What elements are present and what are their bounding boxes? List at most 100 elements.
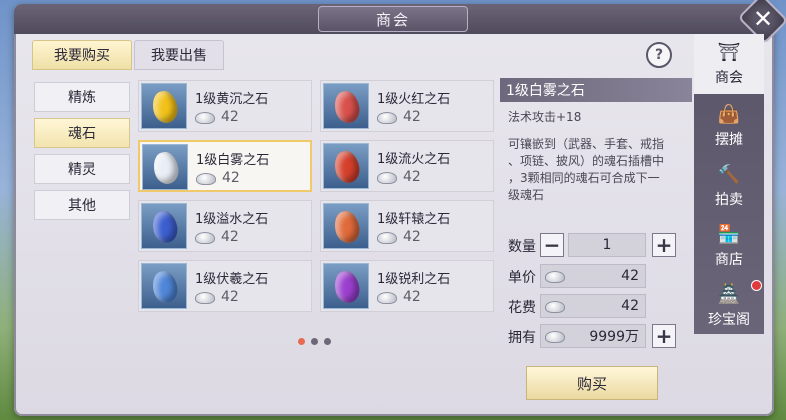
quantity-plus-button[interactable]: + — [652, 233, 676, 257]
page-dot[interactable] — [311, 338, 318, 345]
treasure-pavilion-icon: 🏯 — [717, 284, 741, 305]
unit-price-text: 42 — [621, 268, 639, 284]
side-nav-label: 珍宝阁 — [708, 311, 750, 328]
item-price: 42 — [221, 229, 239, 245]
unit-price-label: 单价 — [508, 270, 536, 286]
item-icon-frame — [141, 83, 187, 129]
tab-sell[interactable]: 我要出售 — [134, 40, 224, 70]
silver-ingot-icon — [545, 301, 565, 313]
category-hunshi[interactable]: 魂石 — [34, 118, 130, 148]
item-card[interactable]: 1级流火之石 42 — [320, 140, 494, 192]
gem-icon — [331, 148, 363, 186]
page-dot[interactable] — [324, 338, 331, 345]
add-currency-button[interactable]: + — [652, 324, 676, 348]
help-button[interactable]: ? — [646, 42, 672, 68]
item-name: 1级黄沉之石 — [195, 92, 269, 107]
item-name: 1级白雾之石 — [196, 153, 270, 168]
side-nav-item-shanghui[interactable]: ⛩ 商会 — [694, 34, 764, 94]
silver-ingot-icon — [545, 331, 565, 343]
item-price: 42 — [403, 109, 421, 125]
item-icon-frame — [323, 143, 369, 189]
category-qita[interactable]: 其他 — [34, 190, 130, 220]
detail-panel: 1级白雾之石 法术攻击+18 可镶嵌到（武器、手套、戒指 、项链、披风）的魂石插… — [500, 78, 692, 400]
item-card[interactable]: 1级溢水之石 42 — [138, 200, 312, 252]
buy-button[interactable]: 购买 — [526, 366, 658, 400]
cost-label: 花费 — [508, 300, 536, 316]
detail-attribute: 法术攻击+18 — [508, 110, 582, 124]
item-icon-frame — [141, 203, 187, 249]
item-price: 42 — [221, 289, 239, 305]
item-card[interactable]: 1级轩辕之石 42 — [320, 200, 494, 252]
category-jinglian[interactable]: 精炼 — [34, 82, 130, 112]
cost-text: 42 — [621, 298, 639, 314]
silver-ingot-icon — [196, 173, 216, 185]
item-card[interactable]: 1级伏羲之石 42 — [138, 260, 312, 312]
side-nav-label: 拍卖 — [715, 191, 743, 208]
item-grid: 1级黄沉之石 42 1级火红之石 42 1级白雾之石 42 1级流火之石 42 … — [138, 80, 494, 328]
item-icon-frame — [323, 203, 369, 249]
description-line: 级魂石 — [508, 188, 545, 202]
silver-ingot-icon — [377, 112, 397, 124]
side-nav-label: 商店 — [715, 251, 743, 268]
item-name: 1级火红之石 — [377, 92, 451, 107]
item-price: 42 — [222, 170, 240, 186]
owned-label: 拥有 — [508, 330, 536, 346]
item-name: 1级伏羲之石 — [195, 272, 269, 287]
unit-price-value: 42 — [540, 264, 646, 288]
silver-ingot-icon — [195, 232, 215, 244]
description-line: 、项链、披风）的魂石插槽中 — [508, 154, 665, 168]
description-line: 可镶嵌到（武器、手套、戒指 — [508, 137, 665, 151]
silver-ingot-icon — [195, 292, 215, 304]
shop-counter-icon: ⛩ — [717, 42, 741, 63]
quantity-input[interactable]: 1 — [568, 233, 646, 257]
item-price: 42 — [221, 109, 239, 125]
stall-bag-icon: 👜 — [717, 104, 741, 125]
notification-badge — [751, 280, 762, 291]
silver-ingot-icon — [377, 292, 397, 304]
item-name: 1级溢水之石 — [195, 212, 269, 227]
item-name: 1级流火之石 — [377, 152, 451, 167]
owned-text: 9999万 — [589, 329, 639, 345]
item-card[interactable]: 1级锐利之石 42 — [320, 260, 494, 312]
silver-ingot-icon — [377, 232, 397, 244]
side-nav-item-shangdian[interactable]: 🏪 商店 — [694, 216, 764, 276]
item-price: 42 — [403, 169, 421, 185]
auction-icon: 🔨 — [717, 164, 741, 185]
item-card[interactable]: 1级火红之石 42 — [320, 80, 494, 132]
page-dot-active[interactable] — [298, 338, 305, 345]
detail-title: 1级白雾之石 — [500, 78, 692, 102]
silver-ingot-icon — [545, 271, 565, 283]
item-card-selected[interactable]: 1级白雾之石 42 — [138, 140, 312, 192]
item-icon-frame — [323, 263, 369, 309]
item-price: 42 — [403, 229, 421, 245]
silver-ingot-icon — [195, 112, 215, 124]
category-jingling[interactable]: 精灵 — [34, 154, 130, 184]
side-nav-label: 商会 — [715, 69, 743, 86]
quantity-minus-button[interactable]: − — [540, 233, 564, 257]
side-nav-label: 摆摊 — [715, 131, 743, 148]
item-name: 1级轩辕之石 — [377, 212, 451, 227]
quantity-label: 数量 — [508, 239, 536, 255]
gem-icon — [331, 88, 363, 126]
page-indicator — [298, 338, 331, 345]
gem-icon — [149, 268, 181, 306]
item-icon-frame — [141, 263, 187, 309]
window-title: 商会 — [318, 6, 468, 32]
item-icon-frame — [142, 144, 188, 190]
description-line: ，3颗相同的魂石可合成下一 — [508, 171, 660, 185]
side-nav-item-paimai[interactable]: 🔨 拍卖 — [694, 156, 764, 216]
gem-icon — [150, 149, 182, 187]
side-nav-item-baitan[interactable]: 👜 摆摊 — [694, 96, 764, 156]
store-icon: 🏪 — [717, 224, 741, 245]
silver-ingot-icon — [377, 172, 397, 184]
gem-icon — [331, 268, 363, 306]
owned-value: 9999万 — [540, 324, 646, 348]
detail-description: 可镶嵌到（武器、手套、戒指 、项链、披风）的魂石插槽中 ，3颗相同的魂石可合成下… — [508, 136, 688, 204]
gem-icon — [331, 208, 363, 246]
cost-value: 42 — [540, 294, 646, 318]
gem-icon — [149, 88, 181, 126]
gem-icon — [149, 208, 181, 246]
item-card[interactable]: 1级黄沉之石 42 — [138, 80, 312, 132]
tab-buy[interactable]: 我要购买 — [32, 40, 132, 70]
item-name: 1级锐利之石 — [377, 272, 451, 287]
